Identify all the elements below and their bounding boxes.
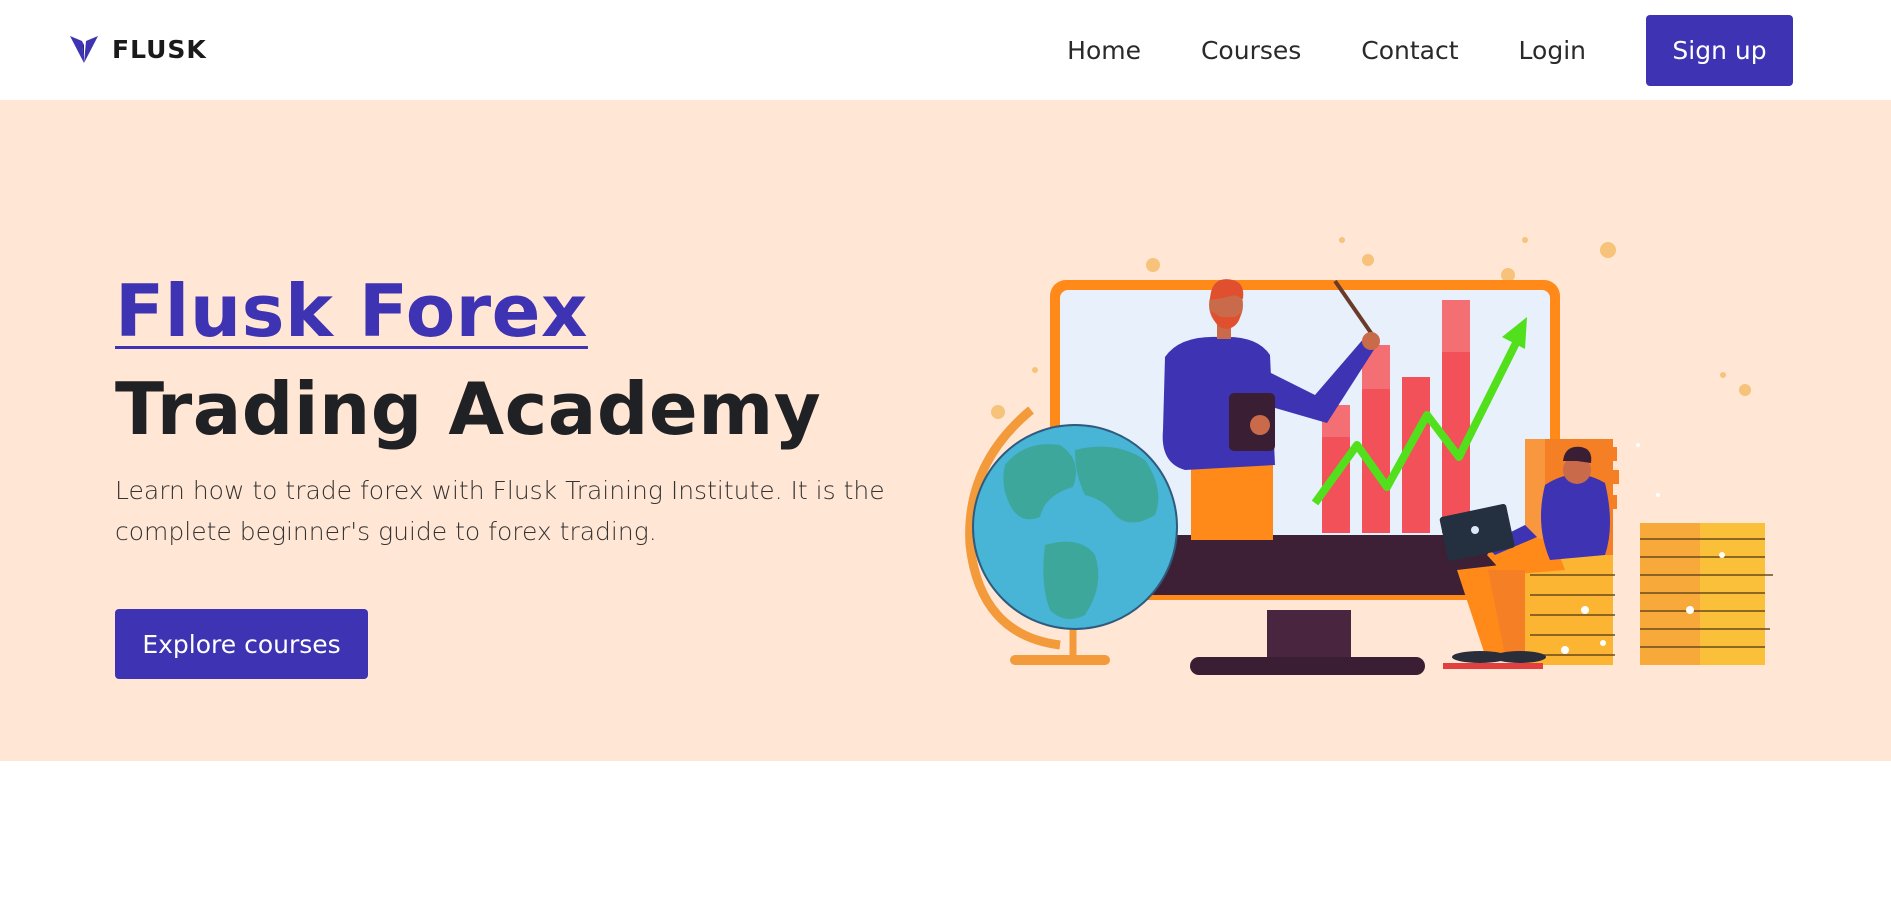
nav-link-courses[interactable]: Courses xyxy=(1201,36,1301,65)
hero-section: Flusk Forex Trading Academy Learn how to… xyxy=(0,100,1891,761)
forex-trading-illustration xyxy=(965,237,1773,675)
hero-title-rest: Trading Academy xyxy=(115,367,822,451)
monitor-base xyxy=(1190,657,1425,675)
signup-button[interactable]: Sign up xyxy=(1646,14,1793,86)
navbar: FLUSK Home Courses Contact Login Sign up xyxy=(0,0,1891,100)
nav-links: Home Courses Contact Login Sign up xyxy=(1067,0,1891,100)
flusk-logo-icon xyxy=(70,36,98,63)
brand-name: FLUSK xyxy=(112,34,207,64)
nav-link-home[interactable]: Home xyxy=(1067,36,1141,65)
hero-description: Learn how to trade forex with Flusk Trai… xyxy=(115,476,885,546)
nav-link-login[interactable]: Login xyxy=(1519,36,1586,65)
nav-link-contact[interactable]: Contact xyxy=(1361,36,1458,65)
hero-title: Flusk Forex Trading Academy xyxy=(115,262,915,458)
brand-logo-link[interactable]: FLUSK xyxy=(68,33,207,65)
monitor-stand xyxy=(1267,610,1351,665)
hero-title-accent: Flusk Forex xyxy=(115,269,588,353)
explore-courses-button[interactable]: Explore courses xyxy=(115,609,368,679)
